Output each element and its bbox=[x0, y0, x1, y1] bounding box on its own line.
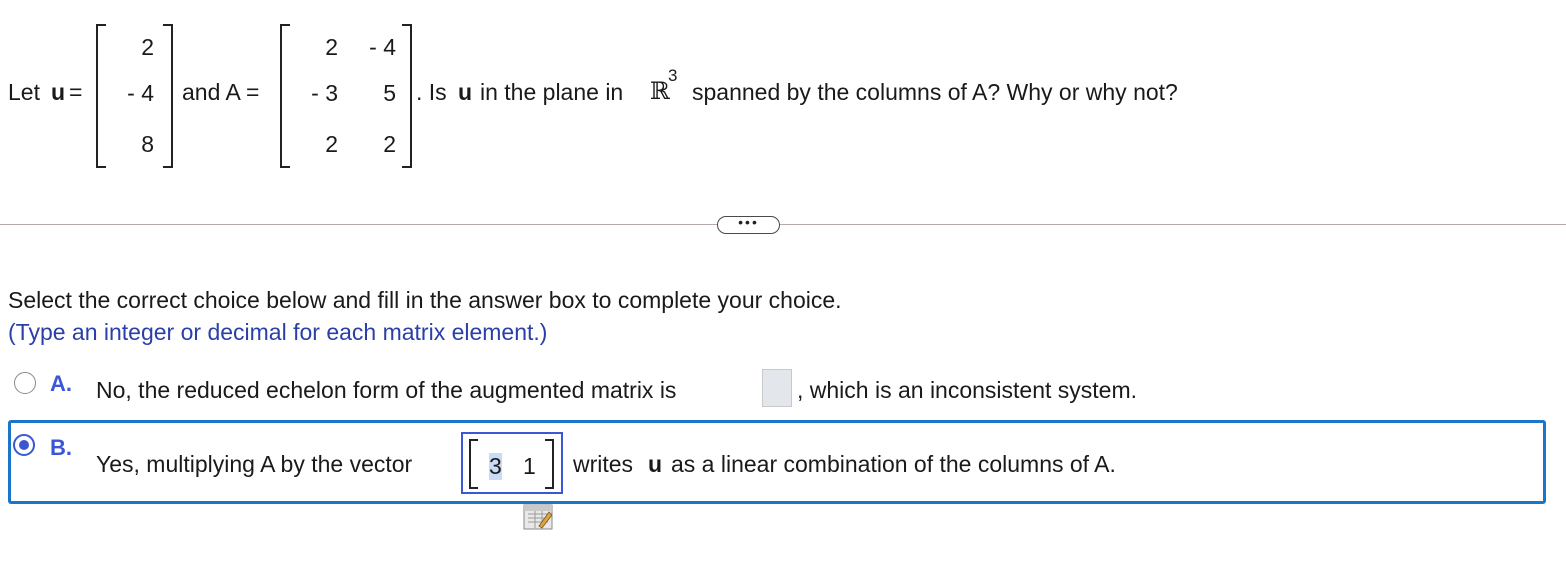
choice-b-writes: writes bbox=[573, 451, 634, 477]
choice-a-text-after: , which is an inconsistent system. bbox=[797, 377, 1138, 403]
choice-a-answer-box[interactable] bbox=[762, 369, 792, 407]
vector-u-entry: 2 bbox=[141, 34, 154, 60]
real-numbers-symbol: ℝ bbox=[650, 77, 670, 105]
question-mid: in the plane in bbox=[480, 79, 624, 105]
matrix-a-entry: 2 bbox=[383, 131, 396, 157]
more-options-button[interactable]: ••• bbox=[717, 215, 780, 234]
and-a-text: and A = bbox=[182, 79, 260, 105]
instruction-text: Select the correct choice below and fill… bbox=[8, 287, 842, 313]
u-inline: u bbox=[458, 79, 473, 105]
choice-a-text: No, the reduced echelon form of the augm… bbox=[96, 377, 677, 403]
vector-entry-2[interactable]: 1 bbox=[523, 453, 536, 480]
left-bracket bbox=[469, 439, 478, 489]
right-bracket bbox=[545, 439, 554, 489]
vector-entry-1[interactable]: 3 bbox=[489, 453, 502, 480]
vector-u-entry: - 4 bbox=[127, 80, 154, 106]
choice-b-letter: B. bbox=[50, 435, 72, 460]
let-text: Let bbox=[8, 79, 40, 105]
left-bracket bbox=[280, 24, 290, 168]
choice-b-text-after: as a linear combination of the columns o… bbox=[671, 451, 1116, 477]
vector-u-entry: 8 bbox=[141, 131, 154, 157]
choice-a-letter: A. bbox=[50, 371, 72, 396]
matrix-a-entry: - 3 bbox=[311, 80, 338, 106]
matrix-a-entry: 2 bbox=[325, 131, 338, 157]
right-bracket bbox=[402, 24, 412, 168]
u-bold: u bbox=[648, 451, 663, 477]
question-prefix: . Is bbox=[416, 79, 447, 105]
instruction-hint: (Type an integer or decimal for each mat… bbox=[8, 319, 548, 345]
exponent: 3 bbox=[668, 66, 678, 85]
vector-answer-input[interactable]: 3 1 bbox=[461, 432, 563, 494]
equals-sign: = bbox=[69, 79, 83, 105]
matrix-a-entry: - 4 bbox=[369, 34, 396, 60]
left-bracket bbox=[96, 24, 106, 168]
right-bracket bbox=[163, 24, 173, 168]
matrix-a-entry: 2 bbox=[325, 34, 338, 60]
question-suffix: spanned by the columns of A? Why or why … bbox=[692, 79, 1178, 105]
choice-b-radio[interactable] bbox=[13, 434, 35, 456]
choice-a-radio[interactable] bbox=[14, 372, 36, 394]
choice-b-text: Yes, multiplying A by the vector bbox=[96, 451, 413, 477]
divider-line bbox=[0, 224, 1566, 225]
u-symbol: u bbox=[51, 79, 66, 105]
matrix-a-entry: 5 bbox=[383, 80, 396, 106]
matrix-editor-icon[interactable] bbox=[523, 504, 553, 530]
